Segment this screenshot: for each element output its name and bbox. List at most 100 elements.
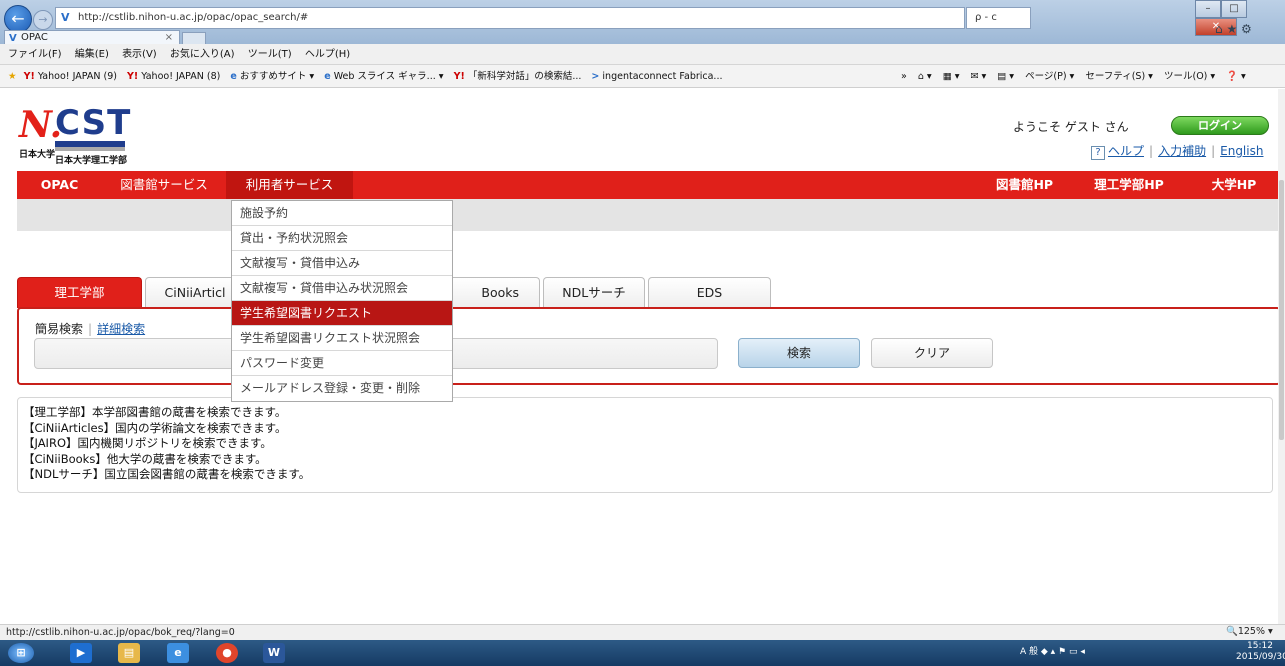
maximize-icon[interactable]: □: [1221, 0, 1247, 18]
menu-edit[interactable]: 編集(E): [75, 49, 109, 60]
clear-button[interactable]: クリア: [871, 338, 993, 368]
menu-favorites[interactable]: お気に入り(A): [170, 49, 235, 60]
info-line: 【NDLサーチ】国立国会図書館の蔵書を検索できます。: [23, 467, 311, 481]
home-command-icon[interactable]: ⌂ ▾: [918, 71, 932, 82]
print-command-icon[interactable]: ▤ ▾: [997, 71, 1014, 82]
link-separator: |: [1211, 144, 1216, 158]
info-box: 【理工学部】本学部図書館の蔵書を検索できます。 【CiNiiArticles】国…: [17, 397, 1273, 493]
input-help-link[interactable]: 入力補助: [1158, 144, 1206, 158]
fav-label: 「新科学対話」の検索結...: [467, 71, 582, 82]
forward-button[interactable]: →: [33, 10, 53, 30]
search-refresh-controls[interactable]: ρ - c: [966, 7, 1031, 29]
advanced-search-link[interactable]: 詳細検索: [97, 322, 145, 336]
menu-bar: ファイル(F) 編集(E) 表示(V) お気に入り(A) ツール(T) ヘルプ(…: [0, 44, 1285, 65]
nav-university-hp[interactable]: 大学HP: [1187, 171, 1281, 199]
user-services-dropdown: 施設予約 貸出・予約状況照会 文献複写・貸借申込み 文献複写・貸借申込み状況照会…: [231, 200, 453, 402]
fav-webslice[interactable]: e Web スライス ギャラ... ▾: [324, 71, 443, 82]
mail-command-icon[interactable]: ✉ ▾: [971, 71, 987, 82]
menu-view[interactable]: 表示(V): [122, 49, 157, 60]
tab-cinii-articles[interactable]: CiNiiArticl: [145, 277, 245, 308]
fav-label: Yahoo! JAPAN (8): [141, 71, 221, 82]
menu-tools[interactable]: ツール(T): [248, 49, 292, 60]
link-separator: |: [1149, 144, 1154, 158]
clock[interactable]: 15:12 2015/09/30: [1236, 641, 1285, 663]
window-controls: – □✕: [1195, 0, 1285, 36]
help-link[interactable]: ヘルプ: [1108, 144, 1144, 158]
menu-loan-status[interactable]: 貸出・予約状況照会: [232, 226, 452, 251]
fav-label: Yahoo! JAPAN (9): [37, 71, 117, 82]
info-line: 【CiNiiArticles】国内の学術論文を検索できます。: [23, 420, 287, 435]
help-question-icon[interactable]: ?: [1091, 146, 1105, 160]
fav-recommended[interactable]: e おすすめサイト ▾: [230, 71, 314, 82]
fav-label: ingentaconnect Fabrica...: [602, 71, 723, 82]
ime-icon[interactable]: A 般: [1020, 647, 1038, 657]
menu-facility-reservation[interactable]: 施設予約: [232, 201, 452, 226]
fav-ingenta[interactable]: > ingentaconnect Fabrica...: [591, 71, 722, 82]
windows-taskbar: ⊞ ▶ ▤ e ● W: [0, 640, 1285, 666]
nav-user-services[interactable]: 利用者サービス: [226, 171, 353, 199]
menu-copy-request[interactable]: 文献複写・貸借申込み: [232, 251, 452, 276]
internet-explorer-icon[interactable]: e: [167, 643, 189, 663]
fav-label: Web スライス ギャラ... ▾: [333, 71, 444, 82]
mode-separator: |: [88, 322, 93, 336]
welcome-text: ようこそ ゲスト さん: [1013, 120, 1129, 134]
info-line: 【理工学部】本学部図書館の蔵書を検索できます。: [23, 405, 287, 419]
menu-book-request[interactable]: 学生希望図書リクエスト: [232, 301, 452, 326]
media-player-icon[interactable]: ▶: [70, 643, 92, 663]
yahoo-icon: Y!: [126, 71, 139, 82]
start-orb-icon[interactable]: ⊞: [8, 643, 34, 663]
minimize-icon[interactable]: –: [1195, 0, 1221, 18]
command-bar: » ⌂ ▾ ▦ ▾ ✉ ▾ ▤ ▾ ページ(P) ▾ セーフティ(S) ▾ ツー…: [893, 65, 1246, 88]
fav-yahoo-9[interactable]: Y! Yahoo! JAPAN (9): [24, 71, 117, 82]
nav-library-services[interactable]: 図書館サービス: [102, 171, 226, 199]
english-link[interactable]: English: [1220, 144, 1263, 158]
tab-ndl-search[interactable]: NDLサーチ: [543, 277, 645, 308]
nav-library-hp[interactable]: 図書館HP: [978, 171, 1071, 199]
login-button[interactable]: ログイン: [1171, 116, 1269, 135]
logo-bar-gray: [55, 147, 125, 151]
search-mode: 簡易検索 | 詳細検索: [35, 320, 145, 337]
address-bar[interactable]: V http://cstlib.nihon-u.ac.jp/opac/opac_…: [55, 7, 965, 29]
tab-eds[interactable]: EDS: [648, 277, 771, 308]
system-tray: A 般 ◆ ▴ ⚑ ▭ ◂: [1020, 647, 1085, 657]
ie-icon: e: [230, 71, 237, 82]
main-nav: OPAC 図書館サービス 利用者サービス 図書館HP 理工学部HP 大学HP: [17, 171, 1281, 199]
info-line: 【JAIRO】国内機関リポジトリを検索できます。: [23, 436, 272, 450]
safety-menu[interactable]: セーフティ(S) ▾: [1085, 71, 1153, 82]
explorer-icon[interactable]: ▤: [118, 643, 140, 663]
more-commands-icon[interactable]: »: [901, 71, 907, 82]
chrome-icon[interactable]: ●: [216, 643, 238, 663]
back-button[interactable]: ←: [4, 5, 32, 33]
page-menu[interactable]: ページ(P) ▾: [1025, 71, 1074, 82]
search-button[interactable]: 検索: [738, 338, 860, 368]
status-bar: http://cstlib.nihon-u.ac.jp/opac/bok_req…: [0, 624, 1285, 640]
favorites-star-icon[interactable]: ★: [8, 71, 17, 82]
fav-science-dialog[interactable]: Y! 「新科学対話」の検索結...: [454, 71, 582, 82]
menu-copy-request-status[interactable]: 文献複写・貸借申込み状況照会: [232, 276, 452, 301]
simple-search-mode[interactable]: 簡易検索: [35, 322, 83, 336]
zoom-icon: 🔍: [1226, 626, 1238, 637]
clock-date: 2015/09/30: [1236, 652, 1285, 662]
help-links: ? ヘルプ | 入力補助 | English: [1091, 142, 1263, 160]
site-favicon-icon: V: [61, 11, 70, 24]
menu-file[interactable]: ファイル(F): [8, 49, 62, 60]
cst-logo[interactable]: N. CST 日本大学 日本大学理工学部: [19, 105, 169, 166]
tools-menu[interactable]: ツール(O) ▾: [1164, 71, 1215, 82]
menu-email-settings[interactable]: メールアドレス登録・変更・削除: [232, 376, 452, 401]
fav-yahoo-8[interactable]: Y! Yahoo! JAPAN (8): [127, 71, 220, 82]
nav-opac[interactable]: OPAC: [17, 171, 102, 199]
menu-book-request-status[interactable]: 学生希望図書リクエスト状況照会: [232, 326, 452, 351]
tab-close-icon[interactable]: ×: [165, 31, 173, 45]
zoom-level[interactable]: 🔍125% ▾: [1226, 624, 1273, 640]
word-icon[interactable]: W: [263, 643, 285, 663]
yahoo-icon: Y!: [453, 71, 465, 82]
zoom-value: 125%: [1237, 626, 1266, 637]
tab-science-faculty[interactable]: 理工学部: [17, 277, 142, 308]
feeds-command-icon[interactable]: ▦ ▾: [943, 71, 960, 82]
menu-help[interactable]: ヘルプ(H): [305, 49, 350, 60]
help-command-icon[interactable]: ❓ ▾: [1226, 71, 1246, 82]
menu-password-change[interactable]: パスワード変更: [232, 351, 452, 376]
scrollbar-thumb[interactable]: [1279, 180, 1284, 440]
yahoo-icon: Y!: [23, 71, 35, 82]
nav-faculty-hp[interactable]: 理工学部HP: [1071, 171, 1187, 199]
